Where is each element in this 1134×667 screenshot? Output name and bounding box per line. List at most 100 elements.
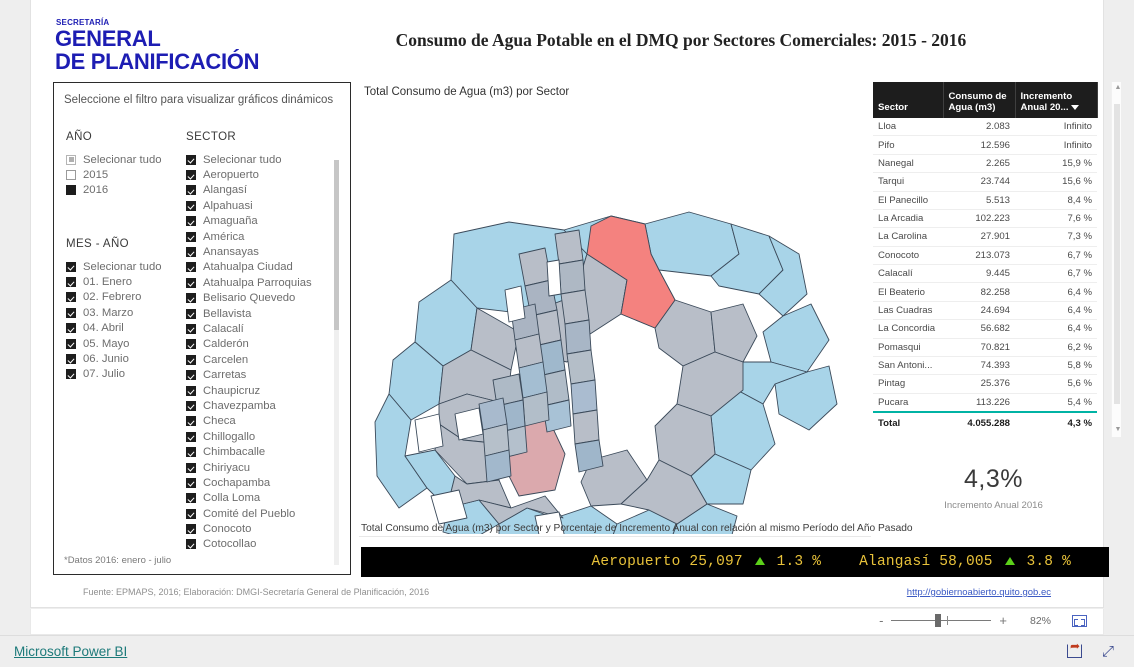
- map-visual[interactable]: Total Consumo de Agua (m3) por Sector: [359, 82, 871, 537]
- checkbox-icon[interactable]: [186, 524, 196, 535]
- checkbox-icon[interactable]: [186, 231, 196, 242]
- checkbox-icon[interactable]: [186, 508, 196, 519]
- zoom-slider-track[interactable]: [891, 613, 992, 627]
- slicer-sector-item[interactable]: Chaupicruz: [186, 383, 341, 398]
- slicer-sector-item[interactable]: Cochapamba: [186, 475, 341, 490]
- table-row[interactable]: El Beaterio 82.258 6,4 %: [873, 282, 1097, 302]
- table-row[interactable]: Pintag 25.376 5,6 %: [873, 374, 1097, 394]
- checkbox-icon[interactable]: [66, 292, 76, 303]
- share-icon[interactable]: [1067, 640, 1082, 658]
- table-row[interactable]: La Concordia 56.682 6,4 %: [873, 319, 1097, 339]
- checkbox-icon[interactable]: [186, 493, 196, 504]
- slicer-sector-item[interactable]: Bellavista: [186, 306, 341, 321]
- checkbox-icon[interactable]: [186, 216, 196, 227]
- checkbox-icon[interactable]: [66, 154, 76, 165]
- slicer-sector-item[interactable]: Atahualpa Parroquias: [186, 275, 341, 290]
- checkbox-icon[interactable]: [186, 185, 196, 196]
- checkbox-icon[interactable]: [66, 307, 76, 318]
- table-row[interactable]: Pomasqui 70.821 6,2 %: [873, 338, 1097, 357]
- checkbox-icon[interactable]: [186, 323, 196, 334]
- slicer-sector-items[interactable]: Selecionar tudo Aeropuerto Alangasí Alpahua…: [186, 143, 341, 568]
- slicer-sector-item[interactable]: Chillogallo: [186, 429, 341, 444]
- checkbox-icon[interactable]: [66, 261, 76, 272]
- checkbox-icon[interactable]: [186, 477, 196, 488]
- checkbox-icon[interactable]: [66, 323, 76, 334]
- slicer-sector-item[interactable]: Belisario Quevedo: [186, 291, 341, 306]
- slicer-sector-item[interactable]: Anansayas: [186, 244, 341, 259]
- table-scroll-thumb[interactable]: [1114, 104, 1120, 404]
- checkbox-icon[interactable]: [186, 462, 196, 473]
- ticker-visual[interactable]: Aeropuerto 25,097 1.3 % Alangasí 58,005 3…: [361, 547, 1109, 577]
- column-header-consumo[interactable]: Consumo de Agua (m3): [943, 82, 1016, 118]
- sector-list-scroll-thumb[interactable]: [334, 160, 339, 330]
- table-scrollbar[interactable]: ▲ ▼: [1111, 82, 1121, 437]
- slicer-mes-item[interactable]: 05. Mayo: [66, 336, 196, 351]
- slicer-sector-item[interactable]: Atahualpa Ciudad: [186, 260, 341, 275]
- checkbox-icon[interactable]: [186, 385, 196, 396]
- checkbox-icon[interactable]: [66, 369, 76, 380]
- table-row[interactable]: La Carolina 27.901 7,3 %: [873, 227, 1097, 247]
- microsoft-power-bi-link[interactable]: Microsoft Power BI: [14, 644, 127, 659]
- checkbox-icon[interactable]: [186, 293, 196, 304]
- slicer-ano-item[interactable]: 2015: [66, 167, 186, 182]
- slicer-sector-item[interactable]: Alpahuasi: [186, 198, 341, 213]
- slicer-sector-item[interactable]: Calacalí: [186, 321, 341, 336]
- table-row[interactable]: Conocoto 213.073 6,7 %: [873, 246, 1097, 266]
- checkbox-icon[interactable]: [186, 200, 196, 211]
- checkbox-icon[interactable]: [66, 185, 76, 196]
- table-row[interactable]: Lloa 2.083 Infinito: [873, 118, 1097, 137]
- slicer-sector-item[interactable]: América: [186, 229, 341, 244]
- zoom-in-button[interactable]: +: [999, 614, 1007, 627]
- table-row[interactable]: Calacalí 9.445 6,7 %: [873, 264, 1097, 284]
- table-row[interactable]: Nanegal 2.265 15,9 %: [873, 154, 1097, 174]
- slicer-sector-item[interactable]: Carcelen: [186, 352, 341, 367]
- slicer-mes-item[interactable]: Selecionar tudo: [66, 259, 196, 274]
- checkbox-icon[interactable]: [186, 354, 196, 365]
- checkbox-icon[interactable]: [186, 170, 196, 181]
- checkbox-icon[interactable]: [186, 370, 196, 381]
- checkbox-icon[interactable]: [186, 431, 196, 442]
- checkbox-icon[interactable]: [186, 154, 196, 165]
- slicer-sector-item[interactable]: Comité del Pueblo: [186, 506, 341, 521]
- slicer-sector-item[interactable]: Cotocollao: [186, 537, 341, 552]
- slicer-sector-item[interactable]: Conocoto: [186, 521, 341, 536]
- table-row[interactable]: Tarqui 23.744 15,6 %: [873, 172, 1097, 192]
- slicer-sector-item[interactable]: Colla Loma: [186, 491, 341, 506]
- table-row[interactable]: Pucara 113.226 5,4 %: [873, 393, 1097, 413]
- sector-table[interactable]: Sector Consumo de Agua (m3) Incremento A…: [873, 82, 1098, 433]
- checkbox-icon[interactable]: [186, 339, 196, 350]
- table-row[interactable]: El Panecillo 5.513 8,4 %: [873, 191, 1097, 210]
- checkbox-icon[interactable]: [66, 277, 76, 288]
- checkbox-icon[interactable]: [66, 354, 76, 365]
- sector-list-scrollbar[interactable]: [334, 160, 339, 565]
- sort-descending-icon[interactable]: [1071, 104, 1080, 110]
- checkbox-icon[interactable]: [186, 400, 196, 411]
- slicer-sector-item[interactable]: Chimbacalle: [186, 444, 341, 459]
- slicer-sector-item[interactable]: Aeropuerto: [186, 167, 341, 182]
- table-row[interactable]: La Arcadia 102.223 7,6 %: [873, 209, 1097, 229]
- slicer-sector-item[interactable]: Chavezpamba: [186, 398, 341, 413]
- zoom-slider-group[interactable]: - +: [879, 613, 1007, 627]
- table-row[interactable]: Pifo 12.596 Infinito: [873, 135, 1097, 155]
- slicer-mes-item[interactable]: 07. Julio: [66, 367, 196, 382]
- open-data-link[interactable]: http://gobiernoabierto.quito.gob.ec: [907, 587, 1051, 598]
- checkbox-icon[interactable]: [186, 262, 196, 273]
- slicer-sector-item[interactable]: Alangasí: [186, 183, 341, 198]
- slicer-sector-item[interactable]: Calderón: [186, 337, 341, 352]
- checkbox-icon[interactable]: [186, 416, 196, 427]
- slicer-ano-item[interactable]: Selecionar tudo: [66, 152, 186, 167]
- checkbox-icon[interactable]: [186, 447, 196, 458]
- table-row[interactable]: Las Cuadras 24.694 6,4 %: [873, 301, 1097, 321]
- slicer-sector-item[interactable]: Chiriyacu: [186, 460, 341, 475]
- slicer-ano-item[interactable]: 2016: [66, 183, 186, 198]
- slicer-mes-item[interactable]: 04. Abril: [66, 321, 196, 336]
- fit-to-page-icon[interactable]: [1072, 615, 1087, 627]
- slicer-mes-item[interactable]: 01. Enero: [66, 274, 196, 289]
- checkbox-icon[interactable]: [66, 338, 76, 349]
- column-header-sector[interactable]: Sector: [873, 82, 944, 118]
- column-header-incremento[interactable]: Incremento Anual 20...: [1015, 82, 1098, 118]
- slicer-mes-item[interactable]: 02. Febrero: [66, 290, 196, 305]
- scroll-down-icon[interactable]: ▼: [1115, 426, 1122, 434]
- scroll-up-icon[interactable]: ▲: [1115, 84, 1122, 92]
- slicer-sector-item[interactable]: Checa: [186, 414, 341, 429]
